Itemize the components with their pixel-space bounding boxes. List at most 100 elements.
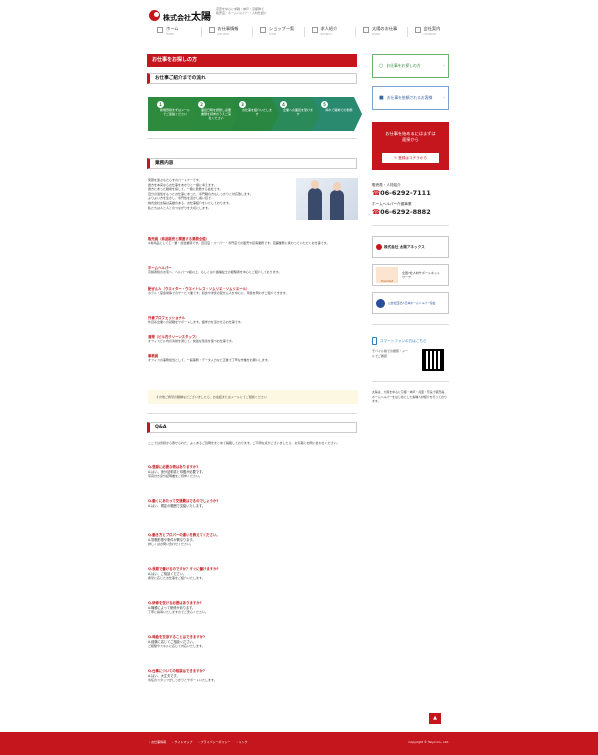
gnav-job-info[interactable]: お仕事情報 JOB INFO xyxy=(200,26,253,40)
qa-note: 写真付き身分証明書をご持参ください。 xyxy=(148,474,203,478)
phone-icon: ☎ xyxy=(372,189,381,197)
smartphone-label: スマートフォンの方はこちら xyxy=(380,338,427,343)
sidebar-link-label: お仕事を依頼されるお客様 xyxy=(386,95,433,100)
gnav-sublabel: WORK xyxy=(372,33,381,36)
banner-association[interactable]: 公益社団法人日本ホームヘルパー協会 xyxy=(372,292,449,314)
sun-icon xyxy=(363,27,369,33)
qa-item: Q.研修を受ける必要はありますか? A.職種によって研修があります。 丁寧に指導いた… xyxy=(148,600,358,634)
chevron-right-icon: › xyxy=(443,95,445,101)
gnav-sublabel: SHOP xyxy=(269,33,277,36)
footer-link[interactable]: › プライバシーポリシー xyxy=(198,740,230,744)
footer-link-label: サイトマップ xyxy=(174,740,193,744)
about-text: 太陽は、大阪を中心に京都・神戸・兵庫・奈良で販売員、ホームヘルパーをはじめとした… xyxy=(372,390,448,404)
intro-line: 私たちは人と人とのつながりを大切にします。 xyxy=(148,205,211,210)
back-to-top-button[interactable]: ▲ xyxy=(429,713,441,724)
divider xyxy=(147,138,357,139)
category-body: オフィスの事務担当として、一般事務・データ入力など正確で丁寧な作業をお願いします… xyxy=(148,358,271,362)
divider xyxy=(147,413,357,414)
qa-item: Q.働き方とプロパーの違いを教えてください。 A.勤務形態や条件が異なります。 詳し… xyxy=(148,532,358,566)
gnav-label: ホーム xyxy=(166,26,179,31)
step-text: 新規登録まずはメールでご連絡ください xyxy=(160,108,191,116)
qa-item: Q.時給を交渉することはできますか? A.経験に応じてご相談ください。 ご経験やスキ… xyxy=(148,634,358,668)
qa-note: ご経験やスキルに応じて対応いたします。 xyxy=(148,644,205,648)
gnav-recruit[interactable]: 求人紹介 RECRUIT xyxy=(303,26,356,40)
footer-link-label: お仕事情報 xyxy=(151,740,167,744)
contact-label: ホームヘルパー介護事業 xyxy=(372,202,412,206)
partner-desc: 全国7社人材サポートネットワーク xyxy=(402,270,440,280)
step-number: 4 xyxy=(280,101,287,108)
register-banner[interactable]: お仕事を始めるにはまずは面接から ✎ 登録はコチラから xyxy=(372,122,449,170)
briefcase-icon xyxy=(208,27,215,33)
gnav-company[interactable]: 会社案内 COMPANY xyxy=(406,26,459,40)
sidebar-link-clients[interactable]: ■ お仕事を依頼されるお客様 › xyxy=(372,86,449,110)
category-body: ホテル・宴会場等でのサービス業です。和食や洋食の配ぜん人を中心に、年齢を問わずご… xyxy=(148,291,289,295)
category-body: 高齢者様のお宅へ、ヘルパー2級以上、もしくは介護福祉士の経験者を中心にご紹介して… xyxy=(148,270,282,274)
qa-note: 希望に応じたお仕事をご紹介いたします。 xyxy=(148,576,205,580)
person-icon: ■ xyxy=(379,95,384,101)
sidebar-link-label: お仕事をお探しの方 xyxy=(386,63,421,68)
copyright: Copyright © Taiyo Co., Ltd. xyxy=(408,740,449,744)
gnav-work[interactable]: 太陽のお仕事 WORK xyxy=(355,26,407,40)
banner-partner[interactable]: Tracomnt 全国7社人材サポートネットワーク xyxy=(372,264,449,286)
main-content: お仕事をお探しの方 お仕事ご紹介までの流れ xyxy=(147,54,357,84)
footer-link-label: リンク xyxy=(238,740,248,744)
gnav-label: 会社案内 xyxy=(423,26,441,31)
banner-text: お仕事を始めるにはまずは面接から xyxy=(385,131,436,142)
smartphone-icon xyxy=(372,337,377,345)
chevron-right-icon: › xyxy=(443,63,445,69)
banner-annex[interactable]: 株式会社 太陽アネックス xyxy=(372,236,449,258)
step-number: 5 xyxy=(321,101,328,108)
category-body: 外資系企業への就職をサポートします。語学力を活かせるお仕事です。 xyxy=(148,320,244,324)
phone-sales[interactable]: ☎06-6292-7111 xyxy=(372,189,449,197)
site-header: 株式会社太陽 京葉を中心に求職・神戸・京都隣で 販売店、ホームヘルパー・人材仕紹… xyxy=(0,0,598,50)
phone-icon: ☎ xyxy=(372,208,381,216)
annex-label: 株式会社 太陽アネックス xyxy=(384,244,425,249)
shop-icon xyxy=(260,27,266,33)
qa-item: Q.働くにあたって交通費はでるのでしょうか? A.はい、規定の範囲で支給いたします… xyxy=(148,498,358,532)
qa-intro: ここでは皆様から寄せられた、よくあるご質問をまとめて掲載しております。ご不明な点… xyxy=(148,441,340,445)
qr-block: モバイル版での閲覧・メールでご確認 xyxy=(372,349,449,371)
business-section: 業務内容 xyxy=(147,158,357,169)
flow-step: 1 新規登録まずはメールでご連絡ください xyxy=(148,97,198,131)
association-desc: 公益社団法人日本ホームヘルパー協会 xyxy=(388,301,436,305)
qr-desc: モバイル版での閲覧・メールでご確認 xyxy=(372,349,409,358)
footer-link[interactable]: › リンク xyxy=(236,740,247,744)
step-text: お仕事を紹介いたします xyxy=(242,108,273,116)
smartphone-link[interactable]: スマートフォンの方はこちら xyxy=(372,337,449,345)
qa-heading: Q&A xyxy=(147,422,357,433)
register-button-label: 登録はコチラから xyxy=(398,156,427,160)
gnav-shop[interactable]: ショップ一覧 SHOP xyxy=(252,26,304,40)
gnav-sublabel: COMPANY xyxy=(423,33,437,36)
sidebar: ○ お仕事をお探しの方 › ■ お仕事を依頼されるお客様 › お仕事を始めるにはまずは面… xyxy=(372,54,449,404)
phone-helper[interactable]: ☎06-6292-8882 xyxy=(372,208,449,216)
step-text: 企業への面接を受けます xyxy=(283,108,314,116)
staff-photo xyxy=(296,178,358,220)
sidebar-link-jobseekers[interactable]: ○ お仕事をお探しの方 › xyxy=(372,54,449,78)
business-categories: 販売員（商品販売と関連する業務全般） ※新商品として工・業・加合業態です。百貨店… xyxy=(148,236,358,370)
qa-note: 専任のスタッフがしっかりとサポートいたします。 xyxy=(148,678,217,682)
business-intro: 笑顔を運ぶもたらすのパートナーです。 貴方を本来ならお仕事をあかりと一緒に考えま… xyxy=(148,178,288,210)
page-title: お仕事をお探しの方 xyxy=(147,54,357,67)
tagline-line: 販売店、ホームヘルパー・人材仕紹介 xyxy=(216,11,267,16)
step-number: 1 xyxy=(157,101,164,108)
header-tagline: 京葉を中心に求職・神戸・京都隣で 販売店、ホームヘルパー・人材仕紹介 xyxy=(216,7,296,16)
qa-answer: A.はい、規定の範囲で支給いたします。 xyxy=(148,504,206,508)
footer-link[interactable]: › お仕事情報 xyxy=(149,740,166,744)
qr-code-icon xyxy=(422,349,444,371)
gnav-sublabel: JOB INFO xyxy=(217,33,230,36)
company-name-main: 太陽 xyxy=(191,11,211,23)
search-icon: ○ xyxy=(379,63,384,69)
phone-number: 06-6292-8882 xyxy=(380,208,431,216)
gnav-home[interactable]: ホーム HOME xyxy=(149,26,201,40)
gnav-label: お仕事情報 xyxy=(217,26,239,31)
person-icon xyxy=(311,27,318,33)
category-body: オフィスビル内の清掃を通じて、快適な環境を保つお仕事です。 xyxy=(148,339,235,343)
sun-logo-icon xyxy=(149,9,160,21)
gnav-label: 求人紹介 xyxy=(320,26,338,31)
register-button[interactable]: ✎ 登録はコチラから xyxy=(382,153,439,163)
company-name: 株式会社太陽 xyxy=(163,8,211,23)
qa-list: Q.登録に必要な物はありますか? A.はい、身分証明書と印鑑が必要です。 写真付き身… xyxy=(148,464,358,702)
footer-link[interactable]: › サイトマップ xyxy=(172,740,192,744)
step-number: 3 xyxy=(239,101,246,108)
qa-note: 丁寧に指導いたしますのでご安心ください。 xyxy=(148,610,209,614)
